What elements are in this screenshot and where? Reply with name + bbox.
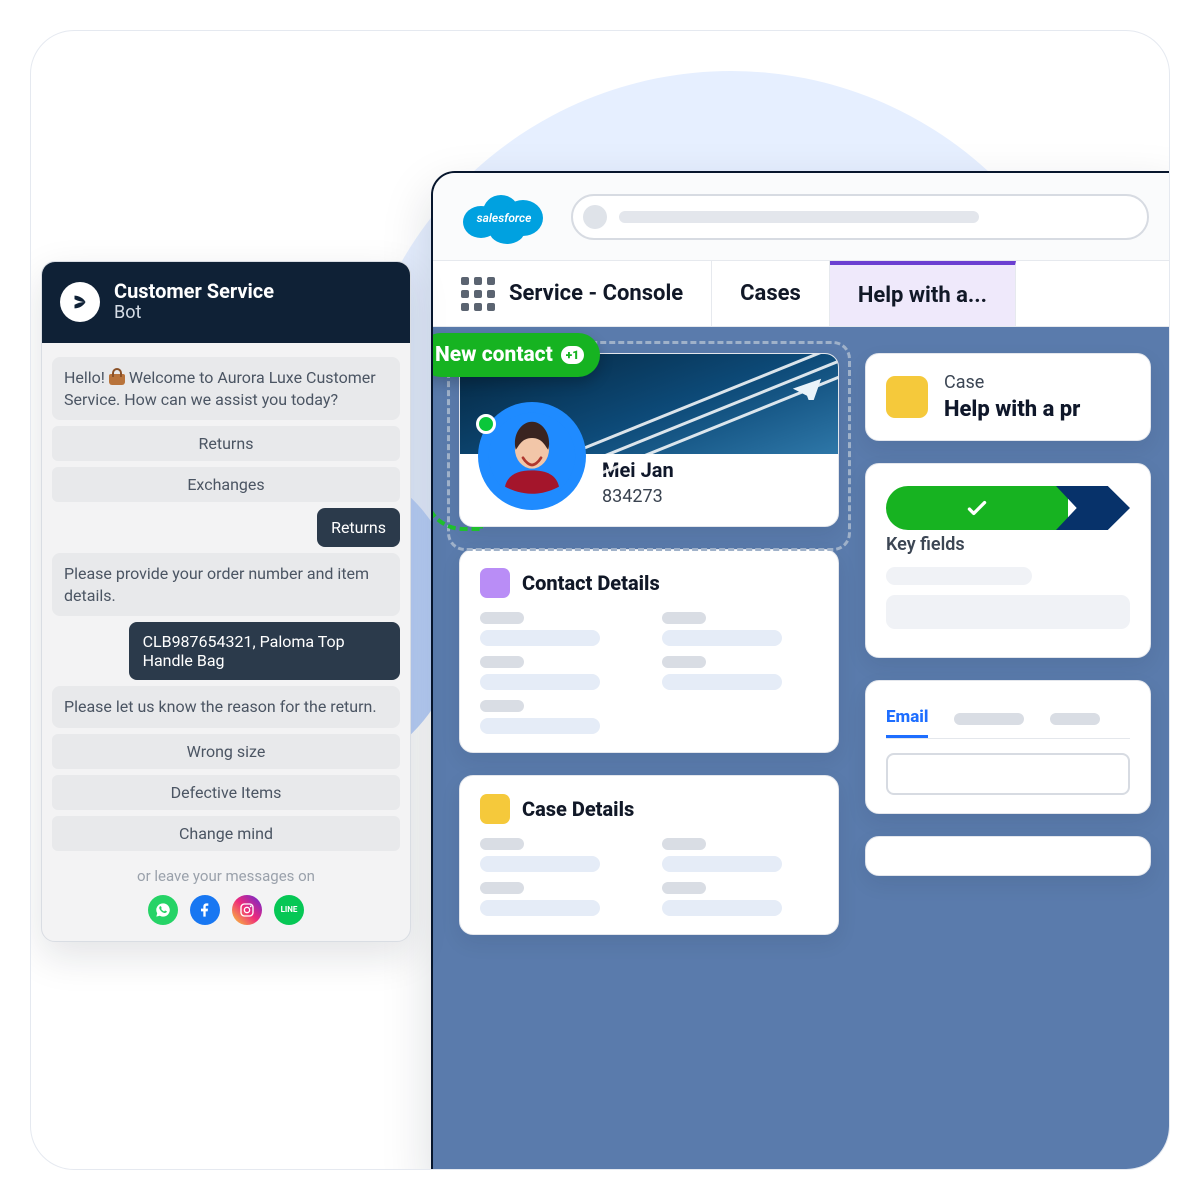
case-title: Help with a pr bbox=[944, 397, 1080, 422]
bot-message: Hello! Welcome to Aurora Luxe Customer S… bbox=[52, 357, 400, 420]
airplane-icon bbox=[790, 366, 824, 400]
footer-hint: or leave your messages on bbox=[42, 867, 410, 885]
new-contact-count: +1 bbox=[561, 346, 584, 364]
contact-details-card: Contact Details bbox=[459, 549, 839, 753]
workspace-tabs: Service - Console Cases Help with a... bbox=[433, 261, 1170, 327]
quick-reply-defective[interactable]: Defective Items bbox=[52, 775, 400, 810]
section-title: Case Details bbox=[522, 797, 634, 821]
line-icon[interactable]: LINE bbox=[274, 895, 304, 925]
tab-label: Help with a... bbox=[858, 283, 987, 308]
search-input[interactable] bbox=[571, 194, 1149, 240]
stage-complete[interactable] bbox=[886, 486, 1068, 530]
salesforce-topbar: salesforce bbox=[433, 173, 1170, 261]
tab-email[interactable]: Email bbox=[886, 699, 928, 738]
quick-reply-wrong-size[interactable]: Wrong size bbox=[52, 734, 400, 769]
facebook-icon[interactable] bbox=[190, 895, 220, 925]
new-contact-badge: New contact +1 bbox=[431, 333, 600, 377]
quick-reply-returns[interactable]: Returns bbox=[52, 426, 400, 461]
stage-and-keyfields-card: Key fields bbox=[865, 463, 1151, 658]
search-placeholder bbox=[619, 211, 979, 223]
whatsapp-icon[interactable] bbox=[148, 895, 178, 925]
tab-help-with[interactable]: Help with a... bbox=[830, 261, 1016, 326]
key-fields-title: Key fields bbox=[886, 534, 1130, 555]
bot-message: Please let us know the reason for the re… bbox=[52, 686, 400, 728]
case-header-card: Case Help with a pr bbox=[865, 353, 1151, 441]
chat-subtitle: Bot bbox=[114, 302, 274, 323]
tab-service-console[interactable]: Service - Console bbox=[433, 261, 712, 326]
new-contact-label: New contact bbox=[435, 343, 553, 367]
case-details-card: Case Details bbox=[459, 775, 839, 935]
tab-cases[interactable]: Cases bbox=[712, 261, 830, 326]
user-message: CLB987654321, Paloma Top Handle Bag bbox=[129, 622, 400, 680]
connector-line bbox=[431, 411, 483, 531]
avatar bbox=[478, 402, 586, 510]
search-icon bbox=[583, 205, 607, 229]
chat-widget: Customer Service Bot Hello! Welcome to A… bbox=[41, 261, 411, 942]
tab-placeholder[interactable] bbox=[954, 713, 1024, 725]
handbag-icon bbox=[109, 371, 125, 385]
tab-label: Cases bbox=[740, 281, 801, 306]
salesforce-logo: salesforce bbox=[461, 188, 547, 246]
app-launcher-icon bbox=[461, 277, 495, 311]
check-icon bbox=[964, 495, 990, 521]
tab-placeholder[interactable] bbox=[1050, 713, 1100, 725]
quick-reply-exchanges[interactable]: Exchanges bbox=[52, 467, 400, 502]
path-stages[interactable] bbox=[886, 486, 1130, 530]
section-title: Contact Details bbox=[522, 571, 660, 595]
email-composer-card: Email bbox=[865, 680, 1151, 814]
case-icon bbox=[480, 794, 510, 824]
chat-header: Customer Service Bot bbox=[42, 262, 410, 343]
user-message: Returns bbox=[317, 508, 400, 547]
case-label: Case bbox=[944, 372, 1080, 393]
email-to-input[interactable] bbox=[886, 753, 1130, 795]
chat-footer: or leave your messages on LINE bbox=[42, 859, 410, 941]
placeholder-fields bbox=[480, 838, 818, 916]
tab-label: Service - Console bbox=[509, 281, 683, 306]
placeholder-fields bbox=[480, 612, 818, 734]
contact-card-wrap: New contact +1 bbox=[459, 353, 839, 527]
chat-brand-icon bbox=[60, 282, 100, 322]
case-icon bbox=[886, 376, 928, 418]
salesforce-panel: salesforce Service - Console Cases Help … bbox=[431, 171, 1170, 1170]
extra-card bbox=[865, 836, 1151, 876]
svg-text:salesforce: salesforce bbox=[477, 211, 532, 225]
contact-icon bbox=[480, 568, 510, 598]
instagram-icon[interactable] bbox=[232, 895, 262, 925]
quick-reply-change-mind[interactable]: Change mind bbox=[52, 816, 400, 851]
bot-message: Please provide your order number and ite… bbox=[52, 553, 400, 616]
activity-tabs: Email bbox=[886, 699, 1130, 739]
chat-title: Customer Service bbox=[114, 280, 274, 302]
